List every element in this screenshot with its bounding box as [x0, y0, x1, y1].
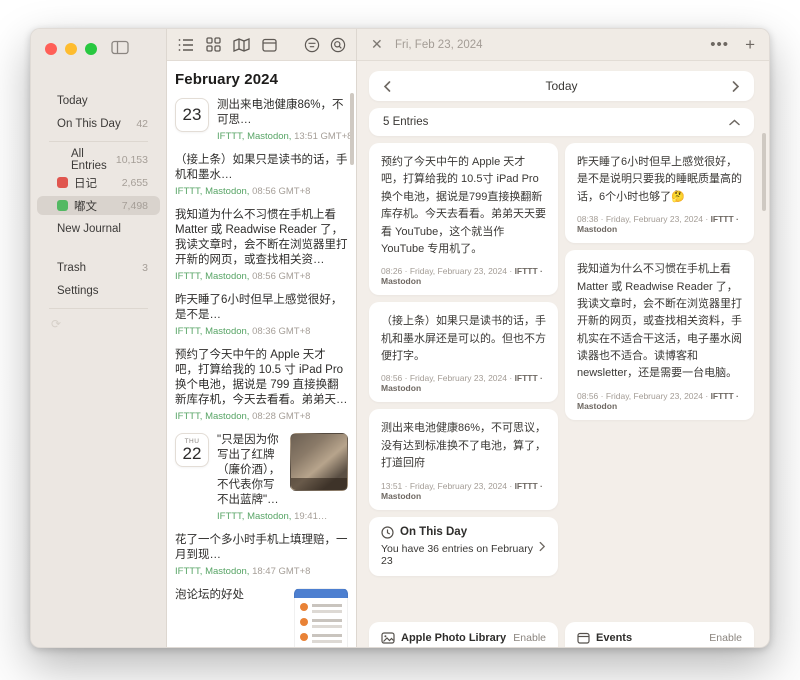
sidebar-item-all-entries[interactable]: All Entries 10,153	[37, 150, 160, 169]
new-entry-icon[interactable]: +	[745, 35, 755, 55]
item-count: 2,655	[122, 177, 148, 189]
list-item[interactable]: 昨天睡了6小时但早上感觉很好，是不是… IFTTT, Mastodon, 08:…	[175, 293, 348, 337]
list-scrollbar[interactable]	[350, 93, 354, 165]
close-icon[interactable]: ✕	[371, 36, 389, 53]
sidebar-item-new-journal[interactable]: New Journal	[37, 219, 160, 238]
date-badge: THU 22	[175, 433, 209, 467]
photos-icon	[381, 632, 395, 644]
entry-thumbnail	[294, 588, 348, 647]
list-view-icon[interactable]	[177, 36, 194, 53]
on-this-day-icon	[381, 526, 394, 539]
list-item[interactable]: THU 22 "只是因为你写出了红牌（廉价酒），不代表你写不出蓝牌"… IFTT…	[175, 433, 348, 522]
entry-card[interactable]: 预约了今天中午的 Apple 天才吧，打算给我的 10.5寸 iPad Pro …	[369, 143, 558, 295]
entry-cards-right-column: 昨天睡了6小时但早上感觉很好，是不是说明只要我的睡眠质量高的话，6个小时也够了🤔…	[565, 143, 754, 420]
integration-title: Events	[596, 632, 703, 644]
list-item[interactable]: 泡论坛的好处 IFTTT, Mastodon, 13:16 GMT+8	[175, 588, 348, 647]
grid-view-icon[interactable]	[205, 36, 222, 53]
sidebar-item-today[interactable]: Today	[37, 91, 160, 110]
list-item[interactable]: （接上条）如果只是读书的话，手机和墨水… IFTTT, Mastodon, 08…	[175, 153, 348, 197]
calendar-icon	[577, 632, 590, 644]
entry-thumbnail	[290, 433, 348, 491]
previous-day-button[interactable]	[383, 81, 392, 92]
zoom-window-button[interactable]	[85, 43, 97, 55]
integrations-row: Apple Photo Library Enable See your phot…	[369, 622, 754, 648]
sidebar-item-label: 嘟文	[74, 198, 122, 214]
journal-color-swatch	[57, 200, 68, 211]
detail-toolbar: ✕ Fri, Feb 23, 2024 ••• +	[357, 29, 769, 61]
on-this-day-subtitle: You have 36 entries on February 23	[381, 543, 538, 567]
item-count: 7,498	[122, 200, 148, 212]
list-item[interactable]: 23 测出来电池健康86%，不可思… IFTTT, Mastodon, 13:5…	[175, 98, 348, 142]
on-this-day-title: On This Day	[400, 526, 467, 538]
entry-card[interactable]: 我知道为什么不习惯在手机上看 Matter 或 Readwise Reader …	[565, 250, 754, 420]
integration-title: Apple Photo Library	[401, 632, 507, 644]
item-count: 3	[142, 262, 148, 274]
sync-status-icon: ⟳	[31, 317, 166, 331]
chevron-right-icon	[538, 541, 546, 552]
entry-list: February 2024 23 测出来电池健康86%，不可思… IFTTT, …	[167, 61, 356, 647]
sidebar-item-journal-toots[interactable]: 嘟文 7,498	[37, 196, 160, 215]
sidebar-divider	[49, 308, 148, 309]
journal-color-swatch	[57, 177, 68, 188]
map-view-icon[interactable]	[233, 36, 250, 53]
entry-card[interactable]: （接上条）如果只是读书的话，手机和墨水屏还是可以的。但也不方便打字。 08:56…	[369, 302, 558, 402]
calendar-view-icon[interactable]	[261, 36, 278, 53]
day-navigator-title: Today	[392, 79, 731, 93]
sidebar-item-trash[interactable]: Trash 3	[37, 258, 160, 277]
journal-app-window: Today On This Day 42 All Entries 10,153 …	[30, 28, 770, 648]
entry-cards: 预约了今天中午的 Apple 天才吧，打算给我的 10.5寸 iPad Pro …	[369, 143, 754, 576]
sidebar-item-settings[interactable]: Settings	[37, 281, 160, 300]
list-toolbar	[167, 29, 356, 61]
list-item[interactable]: 预约了今天中午的 Apple 天才吧，打算给我的 10.5 寸 iPad Pro…	[175, 348, 348, 422]
entry-list-pane: February 2024 23 测出来电池健康86%，不可思… IFTTT, …	[167, 29, 357, 647]
list-item[interactable]: 花了一个多小时手机上填理赔，一月到现… IFTTT, Mastodon, 18:…	[175, 533, 348, 577]
sidebar-item-label: Trash	[57, 262, 142, 274]
detail-scrollbar[interactable]	[762, 133, 766, 211]
more-options-icon[interactable]: •••	[710, 40, 729, 50]
month-header: February 2024	[175, 71, 348, 88]
sidebar-divider	[49, 141, 148, 142]
next-day-button[interactable]	[731, 81, 740, 92]
sidebar-item-journal-diary[interactable]: 日记 2,655	[37, 173, 160, 192]
sidebar-item-label: 日记	[74, 175, 122, 191]
list-item[interactable]: 我知道为什么不习惯在手机上看 Matter 或 Readwise Reader …	[175, 208, 348, 282]
day-detail-pane: ✕ Fri, Feb 23, 2024 ••• + Today	[357, 29, 769, 647]
close-window-button[interactable]	[45, 43, 57, 55]
events-card: Events Enable Pull in a summary of your …	[565, 622, 754, 648]
sidebar-item-label: Today	[57, 95, 148, 107]
sidebar-item-label: On This Day	[57, 118, 136, 130]
item-count: 10,153	[116, 154, 148, 166]
collapse-icon[interactable]	[729, 119, 740, 126]
window-controls	[45, 43, 97, 55]
entry-card[interactable]: 测出来电池健康86%，不可思议，没有达到标准换不了电池，算了，打道回府 13:5…	[369, 409, 558, 509]
photo-library-card: Apple Photo Library Enable See your phot…	[369, 622, 558, 648]
item-count: 42	[136, 118, 148, 130]
date-badge: 23	[175, 98, 209, 132]
minimize-window-button[interactable]	[65, 43, 77, 55]
sidebar-item-on-this-day[interactable]: On This Day 42	[37, 114, 160, 133]
on-this-day-card[interactable]: On This Day You have 36 entries on Febru…	[369, 517, 558, 576]
enable-button[interactable]: Enable	[709, 632, 742, 644]
entries-section-header[interactable]: 5 Entries	[369, 108, 754, 136]
sidebar-item-label: All Entries	[71, 148, 116, 172]
enable-button[interactable]: Enable	[513, 632, 546, 644]
sidebar-item-label: New Journal	[57, 223, 148, 235]
detail-date-label: Fri, Feb 23, 2024	[395, 39, 483, 51]
entry-cards-left-column: 预约了今天中午的 Apple 天才吧，打算给我的 10.5寸 iPad Pro …	[369, 143, 558, 576]
day-view: Today 5 Entries 预约了今天中午的 Apple 天才吧，打算给我的…	[357, 61, 769, 647]
sidebar-toggle-icon[interactable]	[111, 40, 129, 55]
search-icon[interactable]	[329, 36, 346, 53]
desktop: Today On This Day 42 All Entries 10,153 …	[0, 0, 800, 680]
entry-card[interactable]: 昨天睡了6小时但早上感觉很好，是不是说明只要我的睡眠质量高的话，6个小时也够了🤔…	[565, 143, 754, 243]
sidebar-item-label: Settings	[57, 285, 148, 297]
entries-count-label: 5 Entries	[383, 116, 729, 128]
filter-icon[interactable]	[303, 36, 320, 53]
day-navigator: Today	[369, 71, 754, 101]
sidebar: Today On This Day 42 All Entries 10,153 …	[31, 29, 167, 647]
